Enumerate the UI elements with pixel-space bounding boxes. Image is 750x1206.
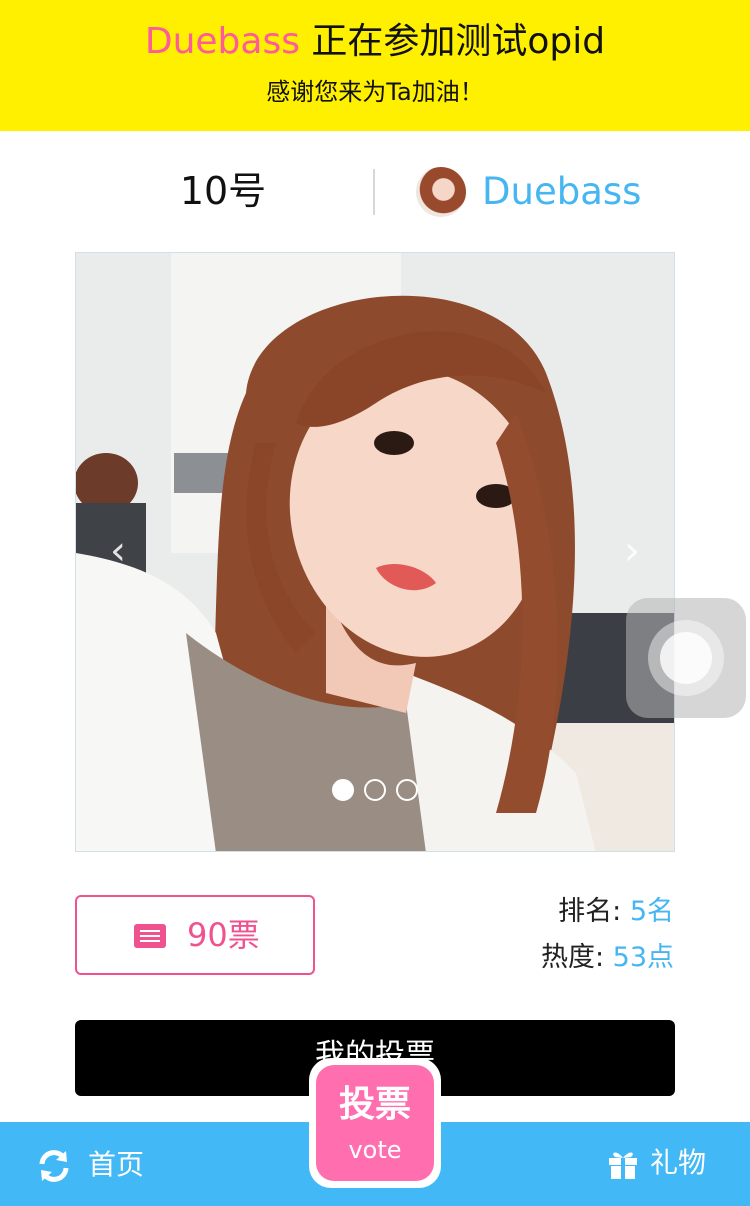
votes-count-box: 90票 — [75, 895, 315, 975]
banner-contestant-name: Duebass — [144, 21, 300, 62]
banner-title: Duebass 正在参加测试opid — [0, 20, 750, 64]
carousel-dot-1[interactable] — [332, 779, 354, 801]
votes-count: 90票 — [187, 916, 260, 954]
vote-page: Duebass 正在参加测试opid 感谢您来为Ta加油！ 10号 Duebas… — [0, 0, 750, 1206]
banner-subtitle: 感谢您来为Ta加油！ — [266, 78, 484, 106]
rank-value: 5名 — [629, 896, 674, 927]
avatar[interactable] — [416, 167, 466, 217]
vote-button-sublabel: vote — [348, 1136, 402, 1164]
top-banner: Duebass 正在参加测试opid 感谢您来为Ta加油！ — [0, 0, 750, 131]
contestant-photo — [76, 253, 674, 851]
heat-label: 热度: — [540, 942, 613, 973]
vote-button-face: 投票 vote — [316, 1065, 434, 1181]
assistive-touch-core — [660, 632, 712, 684]
carousel-next-arrow[interactable]: › — [612, 531, 652, 571]
contestant-header: 10号 Duebass — [0, 131, 750, 252]
rank-label: 排名: — [558, 896, 630, 927]
tab-home-label: 首页 — [88, 1148, 145, 1181]
contestant-name[interactable]: Duebass — [482, 169, 641, 215]
rank-stat: 排名: 5名 — [558, 894, 674, 930]
list-icon — [134, 924, 166, 948]
header-divider — [373, 169, 375, 215]
heat-stat: 热度: 53点 — [541, 940, 674, 976]
contestant-number: 10号 — [179, 169, 267, 213]
refresh-icon — [39, 1150, 69, 1182]
assistive-touch-button[interactable] — [626, 598, 746, 718]
photo-carousel[interactable]: ‹ › — [75, 252, 675, 852]
tab-home[interactable]: 首页 — [36, 1144, 144, 1186]
gift-icon — [608, 1152, 637, 1179]
carousel-dot-3[interactable] — [396, 779, 418, 801]
vote-button[interactable]: 投票 vote — [309, 1058, 441, 1188]
banner-title-text: 正在参加测试opid — [299, 21, 606, 62]
tab-gift[interactable]: 礼物 — [606, 1142, 706, 1184]
heat-value: 53点 — [612, 942, 674, 973]
tab-gift-label: 礼物 — [649, 1146, 706, 1179]
carousel-prev-arrow[interactable]: ‹ — [98, 531, 138, 571]
carousel-pagination — [76, 779, 674, 801]
carousel-dot-2[interactable] — [364, 779, 386, 801]
vote-button-label: 投票 — [338, 1084, 411, 1125]
